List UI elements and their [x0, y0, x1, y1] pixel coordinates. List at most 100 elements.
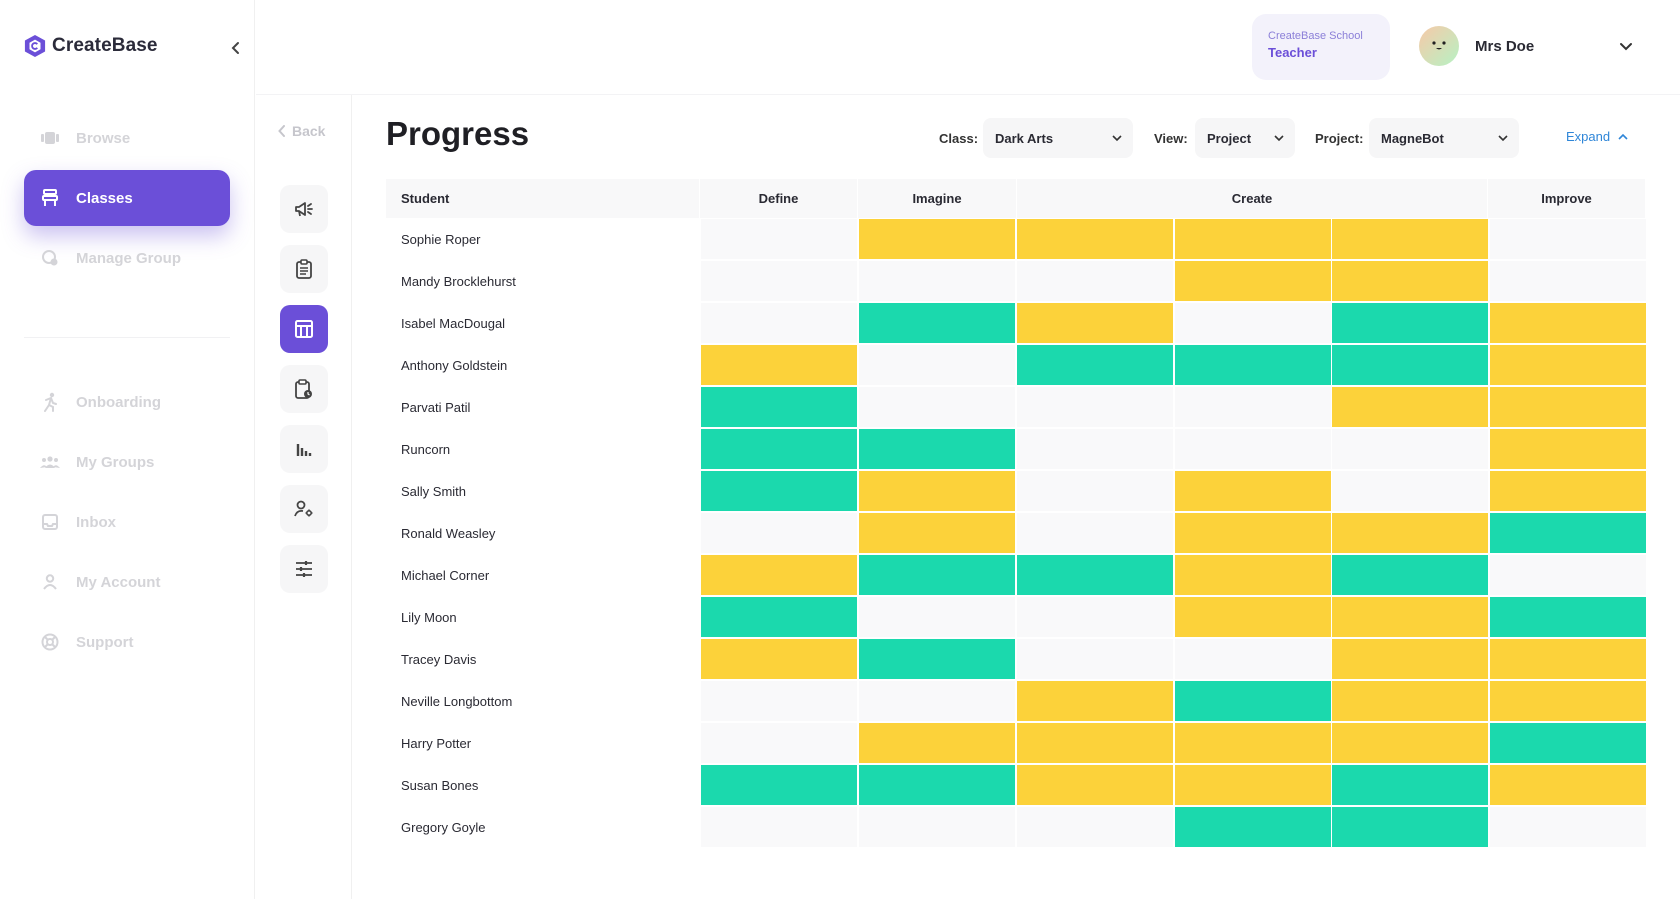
- progress-cell[interactable]: [1490, 765, 1646, 805]
- progress-cell[interactable]: [701, 765, 857, 805]
- progress-cell[interactable]: [1490, 639, 1646, 679]
- sidebar-item-classes[interactable]: Classes: [24, 170, 230, 226]
- progress-cell[interactable]: [1332, 723, 1488, 763]
- progress-cell[interactable]: [701, 639, 857, 679]
- progress-cell[interactable]: [1017, 765, 1173, 805]
- progress-cell[interactable]: [1332, 681, 1488, 721]
- logo[interactable]: CreateBase: [24, 34, 158, 58]
- progress-cell[interactable]: [1490, 597, 1646, 637]
- rail-button-history[interactable]: [280, 365, 328, 413]
- user-menu-toggle[interactable]: [1616, 36, 1636, 56]
- progress-cell[interactable]: [1490, 681, 1646, 721]
- progress-cell[interactable]: [859, 765, 1015, 805]
- progress-cell[interactable]: [859, 387, 1015, 427]
- progress-cell[interactable]: [1490, 723, 1646, 763]
- progress-cell[interactable]: [1490, 429, 1646, 469]
- progress-cell[interactable]: [701, 807, 857, 847]
- progress-cell[interactable]: [1017, 723, 1173, 763]
- rail-button-progress[interactable]: [280, 305, 328, 353]
- progress-cell[interactable]: [859, 597, 1015, 637]
- progress-cell[interactable]: [1175, 429, 1331, 469]
- progress-cell[interactable]: [1017, 471, 1173, 511]
- back-button[interactable]: Back: [278, 123, 325, 139]
- progress-cell[interactable]: [1017, 555, 1173, 595]
- sidebar-item-support[interactable]: Support: [24, 614, 230, 670]
- progress-cell[interactable]: [859, 471, 1015, 511]
- progress-cell[interactable]: [1175, 387, 1331, 427]
- progress-cell[interactable]: [1332, 765, 1488, 805]
- progress-cell[interactable]: [1175, 597, 1331, 637]
- progress-cell[interactable]: [1332, 513, 1488, 553]
- progress-cell[interactable]: [859, 219, 1015, 259]
- progress-cell[interactable]: [1017, 597, 1173, 637]
- progress-cell[interactable]: [701, 429, 857, 469]
- progress-cell[interactable]: [1017, 513, 1173, 553]
- progress-cell[interactable]: [1175, 639, 1331, 679]
- progress-cell[interactable]: [701, 471, 857, 511]
- progress-cell[interactable]: [1332, 555, 1488, 595]
- view-select[interactable]: Project: [1195, 118, 1295, 158]
- progress-cell[interactable]: [1490, 219, 1646, 259]
- progress-cell[interactable]: [1175, 261, 1331, 301]
- class-select[interactable]: Dark Arts: [983, 118, 1133, 158]
- progress-cell[interactable]: [1017, 387, 1173, 427]
- progress-cell[interactable]: [1175, 807, 1331, 847]
- rail-button-analytics[interactable]: [280, 425, 328, 473]
- progress-cell[interactable]: [1490, 387, 1646, 427]
- rail-button-announcements[interactable]: [280, 185, 328, 233]
- progress-cell[interactable]: [701, 723, 857, 763]
- rail-button-settings[interactable]: [280, 545, 328, 593]
- progress-cell[interactable]: [1490, 261, 1646, 301]
- progress-cell[interactable]: [1017, 681, 1173, 721]
- progress-cell[interactable]: [1175, 345, 1331, 385]
- project-select[interactable]: MagneBot: [1369, 118, 1519, 158]
- progress-cell[interactable]: [701, 345, 857, 385]
- progress-cell[interactable]: [1332, 807, 1488, 847]
- progress-cell[interactable]: [701, 387, 857, 427]
- progress-cell[interactable]: [859, 807, 1015, 847]
- rail-button-manage-users[interactable]: [280, 485, 328, 533]
- progress-cell[interactable]: [859, 555, 1015, 595]
- progress-cell[interactable]: [1175, 303, 1331, 343]
- sidebar-item-onboarding[interactable]: Onboarding: [24, 374, 230, 430]
- progress-cell[interactable]: [701, 261, 857, 301]
- expand-button[interactable]: Expand: [1566, 129, 1628, 144]
- progress-cell[interactable]: [1490, 471, 1646, 511]
- progress-cell[interactable]: [1017, 429, 1173, 469]
- progress-cell[interactable]: [859, 345, 1015, 385]
- progress-cell[interactable]: [859, 723, 1015, 763]
- progress-cell[interactable]: [1332, 345, 1488, 385]
- progress-cell[interactable]: [701, 513, 857, 553]
- sidebar-item-my-account[interactable]: My Account: [24, 554, 230, 610]
- progress-cell[interactable]: [701, 303, 857, 343]
- progress-cell[interactable]: [701, 597, 857, 637]
- progress-cell[interactable]: [1017, 345, 1173, 385]
- progress-cell[interactable]: [1175, 723, 1331, 763]
- progress-cell[interactable]: [859, 429, 1015, 469]
- progress-cell[interactable]: [859, 303, 1015, 343]
- progress-cell[interactable]: [1490, 513, 1646, 553]
- progress-cell[interactable]: [1175, 513, 1331, 553]
- progress-cell[interactable]: [1332, 639, 1488, 679]
- progress-cell[interactable]: [701, 219, 857, 259]
- progress-cell[interactable]: [1490, 807, 1646, 847]
- progress-cell[interactable]: [1332, 261, 1488, 301]
- progress-cell[interactable]: [859, 639, 1015, 679]
- progress-cell[interactable]: [1017, 303, 1173, 343]
- progress-cell[interactable]: [1332, 429, 1488, 469]
- progress-cell[interactable]: [1175, 555, 1331, 595]
- sidebar-item-browse[interactable]: Browse: [24, 110, 230, 166]
- progress-cell[interactable]: [1490, 555, 1646, 595]
- progress-cell[interactable]: [1017, 261, 1173, 301]
- progress-cell[interactable]: [1175, 471, 1331, 511]
- progress-cell[interactable]: [1017, 219, 1173, 259]
- progress-cell[interactable]: [701, 555, 857, 595]
- progress-cell[interactable]: [1490, 303, 1646, 343]
- sidebar-item-manage-group[interactable]: Manage Group: [24, 230, 230, 286]
- sidebar-item-my-groups[interactable]: My Groups: [24, 434, 230, 490]
- progress-cell[interactable]: [1490, 345, 1646, 385]
- progress-cell[interactable]: [1332, 387, 1488, 427]
- rail-button-tasks[interactable]: [280, 245, 328, 293]
- progress-cell[interactable]: [859, 261, 1015, 301]
- progress-cell[interactable]: [1017, 639, 1173, 679]
